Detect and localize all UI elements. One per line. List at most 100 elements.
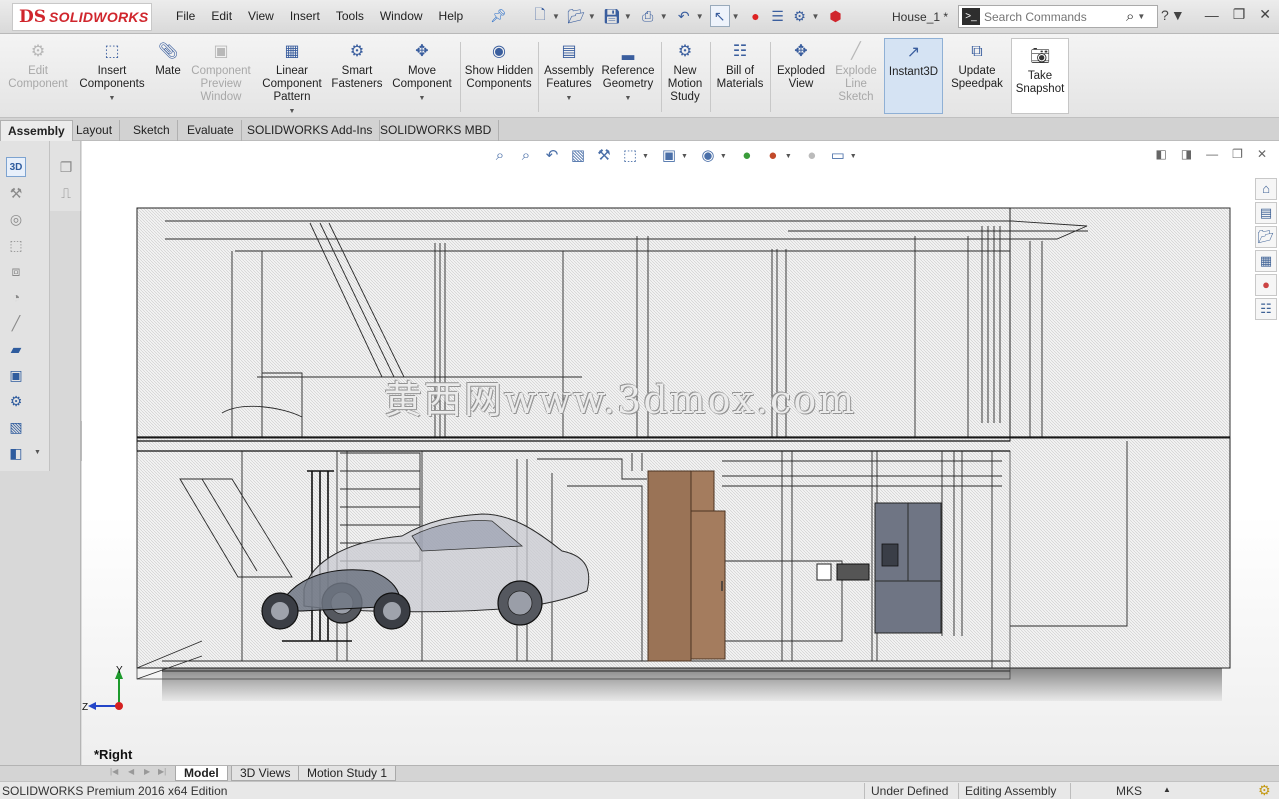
help-icon[interactable]: ? — [1161, 7, 1169, 23]
revolve-icon[interactable]: ◎ — [6, 209, 26, 229]
fillet-icon[interactable]: ◔ — [6, 287, 26, 307]
chevron-down-icon[interactable]: ▼ — [552, 12, 560, 21]
minimize-icon[interactable]: — — [1205, 7, 1219, 23]
take-snapshot-button[interactable]: 📷︎ Take Snapshot — [1011, 38, 1069, 114]
appearances-scenes-icon[interactable]: ● — [1255, 274, 1277, 296]
plane-icon[interactable]: ▰ — [6, 339, 26, 359]
view-settings-monitor-icon[interactable]: ▭ — [828, 146, 848, 166]
zoom-to-area-icon[interactable]: ⌕ — [516, 146, 536, 166]
step-profile-icon[interactable]: ⎍ — [56, 183, 76, 203]
tab-solidworks-mbd[interactable]: SOLIDWORKS MBD — [373, 120, 500, 141]
graphics-area[interactable]: Y Z 黄西网www.3dmox.com ⌕ ⌕ ↶ ▧ ⚒ ⬚ ▼ ▣ ▼ ◉ ▼ … — [82, 141, 1279, 765]
chevron-up-icon[interactable]: ▲ — [1163, 785, 1171, 794]
chevron-down-icon[interactable]: ▼ — [732, 12, 740, 21]
solidworks-logo[interactable]: DS SOLIDWORKS — [12, 3, 152, 31]
bill-of-materials-button[interactable]: ☷ Bill of Materials — [714, 42, 766, 91]
insert-components-button[interactable]: ⬚ Insert Components ▼ — [78, 42, 146, 105]
chevron-down-icon[interactable]: ▼ — [1137, 12, 1145, 21]
chevron-down-icon[interactable]: ▼ — [34, 449, 41, 456]
chevron-down-icon[interactable]: ▼ — [598, 92, 658, 105]
view-orientation-icon[interactable]: ⬚ — [620, 146, 640, 166]
chevron-down-icon[interactable]: ▼ — [388, 92, 456, 105]
tile-right-icon[interactable]: ◨ — [1181, 147, 1192, 161]
search-commands-input[interactable] — [984, 9, 1124, 24]
unit-system-selector[interactable]: MKS — [1116, 784, 1142, 798]
edit-appearance-icon[interactable]: ● — [737, 146, 757, 166]
previous-view-icon[interactable]: ↶ — [542, 146, 562, 166]
hide-show-items-icon[interactable]: ◉ — [698, 146, 718, 166]
tab-layout[interactable]: Layout — [69, 120, 121, 141]
realview-graphics-icon[interactable]: ● — [802, 146, 822, 166]
shell-icon[interactable]: ⧈ — [6, 261, 26, 281]
edit-component-button[interactable]: ⚙ Edit Component — [4, 42, 72, 91]
tab-sketch[interactable]: Sketch — [126, 120, 178, 141]
mate-button[interactable]: 📎︎ Mate — [150, 42, 186, 78]
dynamic-annotation-icon[interactable]: ⚒ — [594, 146, 614, 166]
chevron-down-icon[interactable]: ▼ — [660, 12, 668, 21]
chevron-down-icon[interactable]: ▼ — [258, 105, 326, 118]
display-style-icon[interactable]: ▣ — [659, 146, 679, 166]
3d-sketch-icon[interactable]: 3D — [6, 157, 26, 177]
rebuild-status-icon[interactable]: ⚙ — [1258, 782, 1271, 799]
solidworks-resources-home-icon[interactable]: ⌂ — [1255, 178, 1277, 200]
custom-properties-icon[interactable]: ☷ — [1255, 298, 1277, 320]
chevron-down-icon[interactable]: ▼ — [642, 153, 649, 160]
extrude-icon[interactable]: ⬚ — [6, 235, 26, 255]
refrigerator[interactable] — [874, 502, 942, 634]
chevron-down-icon[interactable]: ▼ — [696, 12, 704, 21]
component-preview-window-button[interactable]: ▣ Component Preview Window — [188, 42, 254, 104]
tab-3d-views[interactable]: 3D Views — [231, 766, 300, 781]
tab-motion-study-1[interactable]: Motion Study 1 — [298, 766, 397, 781]
design-library-icon[interactable]: ▤ — [1255, 202, 1277, 224]
smart-fasteners-button[interactable]: ⚙ Smart Fasteners — [328, 42, 386, 91]
reference-axis-icon[interactable]: ▣ — [6, 365, 26, 385]
menu-file[interactable]: File — [176, 9, 195, 23]
minimize-icon[interactable]: — — [1206, 147, 1218, 161]
menu-view[interactable]: View — [248, 9, 274, 23]
pin-menu-icon[interactable]: 📌︎ — [490, 8, 507, 24]
layout-block-icon[interactable]: ❐ — [56, 157, 76, 177]
search-icon[interactable]: ⌕ — [1126, 8, 1134, 25]
menu-edit[interactable]: Edit — [211, 9, 232, 23]
menu-insert[interactable]: Insert — [290, 9, 320, 23]
file-explorer-folder-icon[interactable]: 📂︎ — [1255, 226, 1277, 248]
chevron-down-icon[interactable]: ▼ — [78, 92, 146, 105]
tab-solidworks-add-ins[interactable]: SOLIDWORKS Add-Ins — [240, 120, 381, 141]
house-assembly-model[interactable]: Y Z — [82, 141, 1279, 765]
restore-icon[interactable]: ❐ — [1233, 6, 1246, 23]
wooden-cabinet[interactable] — [647, 470, 726, 662]
chevron-down-icon[interactable]: ▼ — [624, 12, 632, 21]
close-icon[interactable]: ✕ — [1257, 147, 1267, 161]
next-tab-arrow-icon[interactable]: ▶ — [144, 767, 150, 776]
tab-assembly[interactable]: Assembly — [0, 120, 73, 141]
exploded-view-button[interactable]: ✥ Exploded View — [774, 42, 828, 91]
tab-evaluate[interactable]: Evaluate — [180, 120, 242, 141]
menu-help[interactable]: Help — [439, 9, 464, 23]
view-palette-icon[interactable]: ▦ — [1255, 250, 1277, 272]
linear-component-pattern-button[interactable]: ▦ Linear Component Pattern ▼ — [258, 42, 326, 118]
file-properties-icon[interactable]: ☰ — [768, 5, 788, 27]
section-view-icon[interactable]: ▧ — [568, 146, 588, 166]
restore-icon[interactable]: ❐ — [1232, 147, 1243, 161]
move-component-button[interactable]: ✥ Move Component ▼ — [388, 42, 456, 105]
previous-tab-arrow-icon[interactable]: ◀ — [128, 767, 134, 776]
undo-icon[interactable]: ↶ — [674, 5, 694, 27]
chevron-down-icon[interactable]: ▼ — [850, 153, 857, 160]
chevron-down-icon[interactable]: ▼ — [540, 92, 598, 105]
chevron-down-icon[interactable]: ▼ — [785, 153, 792, 160]
chevron-down-icon[interactable]: ▼ — [720, 153, 727, 160]
mate-reference-icon[interactable]: ⚙ — [6, 391, 26, 411]
solid-body-icon[interactable]: ▧ — [6, 417, 26, 437]
menu-tools[interactable]: Tools — [336, 9, 364, 23]
new-motion-study-button[interactable]: ⚙ New Motion Study — [664, 42, 706, 104]
open-folder-icon[interactable]: 📂︎ — [566, 5, 586, 27]
zoom-to-fit-icon[interactable]: ⌕ — [490, 146, 510, 166]
save-icon[interactable]: 💾︎ — [602, 5, 622, 27]
chevron-down-icon[interactable]: ▼ — [681, 153, 688, 160]
chevron-down-icon[interactable]: ▼ — [812, 12, 820, 21]
apply-scene-icon[interactable]: ● — [763, 146, 783, 166]
reference-geometry-button[interactable]: ▂ Reference Geometry ▼ — [598, 42, 658, 105]
chamfer-icon[interactable]: ╱ — [6, 313, 26, 333]
menu-window[interactable]: Window — [380, 9, 423, 23]
show-hidden-components-button[interactable]: ◉ Show Hidden Components — [464, 42, 534, 91]
